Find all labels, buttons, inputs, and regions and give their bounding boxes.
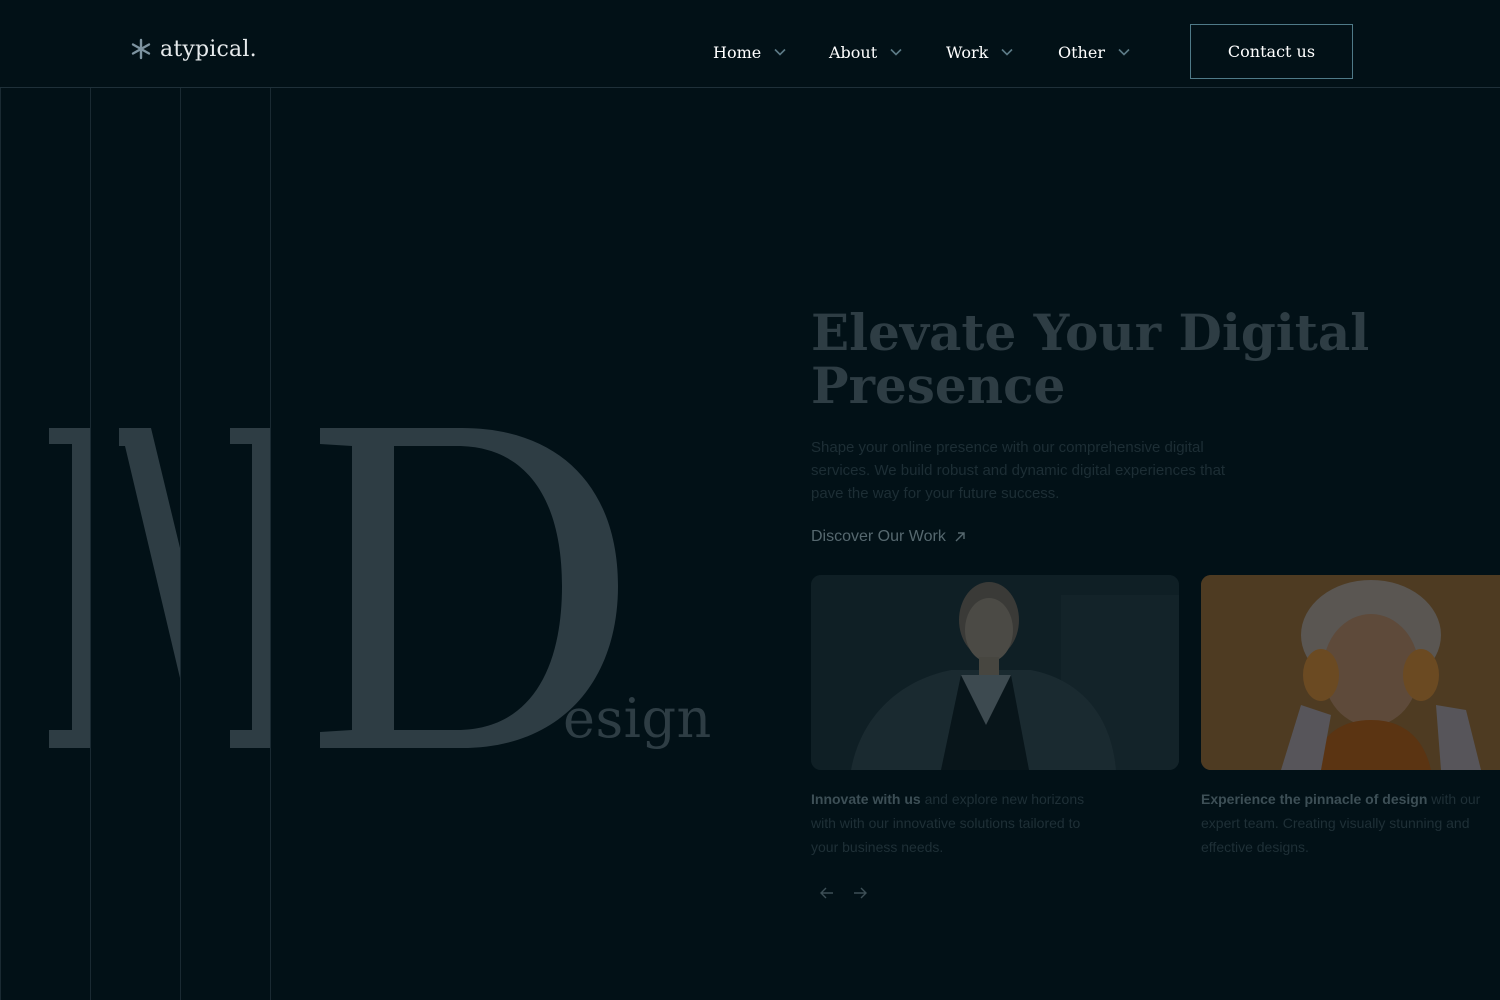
nav-item-home[interactable]: Home	[713, 40, 829, 64]
site-header: atypical. Home About Work Other Contact …	[0, 0, 1500, 88]
card-caption-bold: Innovate with us	[811, 791, 921, 807]
page: atypical. Home About Work Other Contact …	[0, 0, 1500, 1000]
hero-title: Elevate Your Digital Presence	[811, 306, 1371, 412]
nav-item-about[interactable]: About	[829, 40, 946, 64]
main-nav: Home About Work Other	[713, 40, 1130, 64]
carousel-next-button[interactable]	[851, 884, 869, 902]
photo-woman-headphones	[1201, 575, 1500, 770]
divider-line	[180, 88, 181, 1000]
letter-fragment	[49, 730, 90, 748]
card-caption: Innovate with us and explore new horizon…	[811, 787, 1111, 859]
chevron-down-icon	[890, 48, 902, 56]
chevron-down-icon	[774, 48, 786, 56]
letter-fragment	[72, 428, 90, 748]
carousel-prev-button[interactable]	[818, 884, 836, 902]
hero-subtitle: Shape your online presence with our comp…	[811, 439, 1226, 502]
hero-title-line: Elevate Your Digital	[811, 303, 1370, 362]
arrow-up-right-icon	[955, 532, 965, 542]
discover-work-label: Discover Our Work	[811, 528, 946, 545]
divider-line	[0, 88, 1, 1000]
nav-item-label: About	[829, 42, 878, 62]
hero-title-line: Presence	[811, 356, 1066, 415]
nav-item-label: Home	[713, 42, 762, 62]
logo-text: atypical.	[160, 36, 257, 62]
contact-button[interactable]: Contact us	[1190, 24, 1353, 79]
nav-item-other[interactable]: Other	[1058, 40, 1130, 64]
card-caption: Experience the pinnacle of design with o…	[1201, 787, 1497, 859]
chevron-down-icon	[1001, 48, 1013, 56]
photo-woman-suit	[811, 575, 1179, 770]
letter-fragment	[252, 428, 270, 748]
card-caption-bold: Experience the pinnacle of design	[1201, 791, 1428, 807]
divider-line	[270, 88, 271, 1000]
card-image-fashion[interactable]	[811, 575, 1179, 770]
discover-work-link[interactable]: Discover Our Work	[811, 528, 966, 546]
arrow-left-icon	[820, 887, 833, 899]
hero-big-word-suffix: esign	[563, 687, 712, 750]
nav-item-label: Other	[1058, 42, 1105, 62]
arrow-right-icon	[854, 887, 867, 899]
nav-item-work[interactable]: Work	[946, 40, 1058, 64]
nav-item-label: Work	[946, 42, 989, 62]
logo[interactable]: atypical.	[130, 34, 257, 64]
chevron-down-icon	[1118, 48, 1130, 56]
asterisk-icon	[131, 38, 151, 60]
card-image-winter[interactable]	[1201, 575, 1500, 770]
letter-fragment	[119, 428, 180, 678]
letter-fragment	[230, 730, 270, 748]
